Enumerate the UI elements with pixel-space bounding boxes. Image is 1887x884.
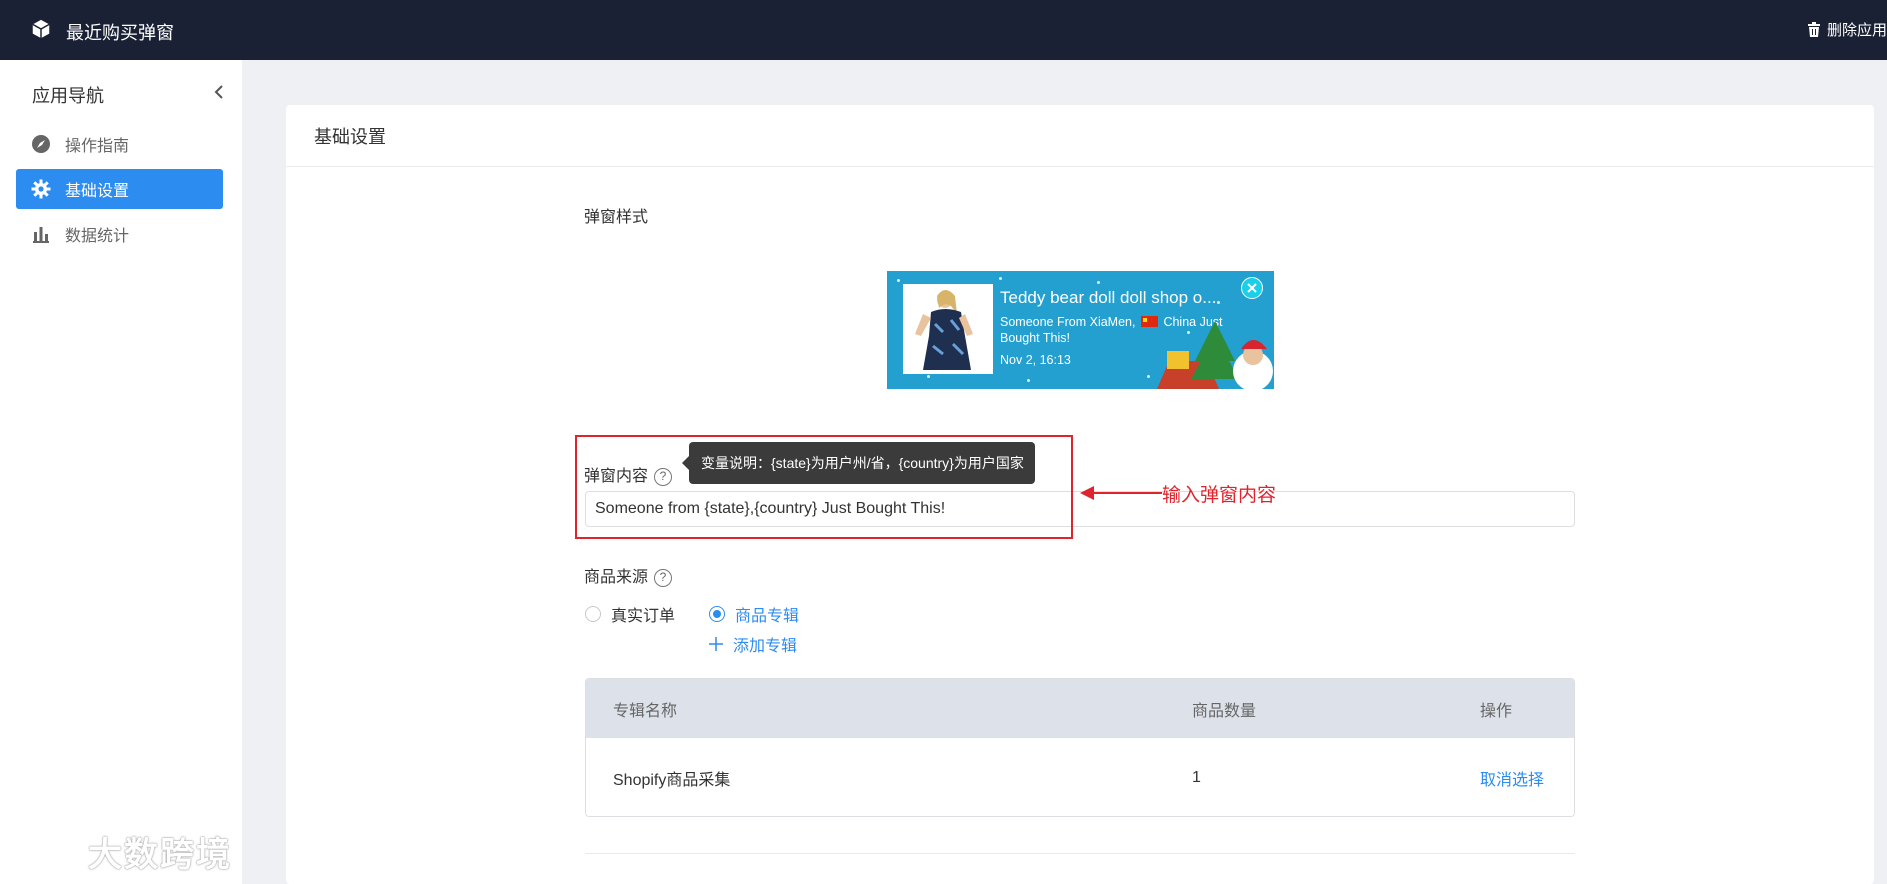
sidebar-item-label: 基础设置: [65, 183, 130, 200]
radio-label: 真实订单: [611, 608, 676, 625]
help-icon[interactable]: ?: [654, 568, 673, 587]
annotation-arrow-icon: [1080, 486, 1162, 500]
radio-real-orders[interactable]: 真实订单: [585, 602, 675, 626]
product-source-label-row: 商品来源?: [584, 563, 673, 587]
table-row: Shopify商品采集 1 取消选择: [586, 738, 1574, 816]
radio-product-album[interactable]: 商品专辑: [709, 602, 799, 626]
sidebar-item-label: 数据统计: [65, 228, 130, 245]
sidebar-title: 应用导航: [32, 86, 104, 106]
album-table: 专辑名称 商品数量 操作 Shopify商品采集 1 取消选择: [585, 678, 1575, 817]
sidebar: 应用导航 操作指南 基础设置 数据统计: [0, 60, 242, 884]
product-source-label: 商品来源: [584, 569, 649, 586]
product-photo: [903, 284, 993, 374]
add-album-button[interactable]: 添加专辑: [709, 632, 797, 656]
popup-preview: Teddy bear doll doll shop o... Someone F…: [887, 271, 1274, 389]
album-name-cell: Shopify商品采集: [613, 771, 731, 789]
section-divider: [585, 853, 1575, 854]
china-flag-icon: [1140, 316, 1158, 327]
popup-content-label: 弹窗内容: [584, 468, 649, 485]
close-icon: [1247, 283, 1257, 293]
app-title: 最近购买弹窗: [66, 23, 174, 43]
annotation-text: 输入弹窗内容: [1162, 485, 1277, 506]
woman-dress-image: [903, 284, 993, 374]
sidebar-item-statistics[interactable]: 数据统计: [16, 214, 223, 254]
variable-tooltip: 变量说明：{state}为用户州/省，{country}为用户国家: [682, 442, 1035, 484]
column-header-name: 专辑名称: [613, 702, 678, 720]
delete-app-label: 删除应用: [1826, 22, 1887, 39]
card-header: 基础设置: [286, 105, 1874, 167]
sidebar-item-guide[interactable]: 操作指南: [16, 124, 223, 164]
popup-style-label: 弹窗样式: [584, 209, 649, 226]
delete-app-button[interactable]: 删除应用: [1807, 19, 1887, 40]
watermark-text: 大数跨境: [88, 836, 232, 874]
column-header-action: 操作: [1480, 702, 1513, 720]
watermark-logo-icon: [18, 832, 79, 871]
radio-dot: [709, 606, 725, 622]
add-album-label: 添加专辑: [733, 638, 798, 655]
popup-content-label-row: 弹窗内容?: [584, 462, 673, 486]
watermark: 大数跨境: [12, 827, 232, 876]
preview-message-prefix: Someone From XiaMen,: [1000, 315, 1136, 329]
plus-icon: [709, 637, 723, 651]
sidebar-item-label: 操作指南: [65, 138, 130, 155]
compass-icon: [32, 135, 50, 153]
radio-label: 商品专辑: [735, 608, 800, 625]
sidebar-item-basic-settings[interactable]: 基础设置: [16, 169, 223, 209]
gear-icon: [31, 179, 51, 199]
cube-icon: [32, 19, 50, 39]
column-header-count: 商品数量: [1192, 702, 1257, 720]
trash-icon: [1807, 22, 1820, 37]
card-title: 基础设置: [314, 126, 386, 147]
preview-time: Nov 2, 16:13: [1000, 353, 1071, 367]
deselect-link[interactable]: 取消选择: [1480, 766, 1544, 790]
chevron-left-icon[interactable]: [212, 84, 226, 100]
help-icon[interactable]: ?: [654, 467, 673, 486]
christmas-decoration-icon: [1157, 321, 1273, 389]
top-bar: 最近购买弹窗 删除应用: [0, 0, 1887, 60]
product-count-cell: 1: [1192, 768, 1201, 786]
preview-title: Teddy bear doll doll shop o...: [1000, 288, 1217, 307]
bar-chart-icon: [33, 227, 49, 243]
radio-dot: [585, 606, 601, 622]
preview-close-button[interactable]: [1241, 277, 1263, 299]
table-header: 专辑名称 商品数量 操作: [586, 679, 1574, 738]
